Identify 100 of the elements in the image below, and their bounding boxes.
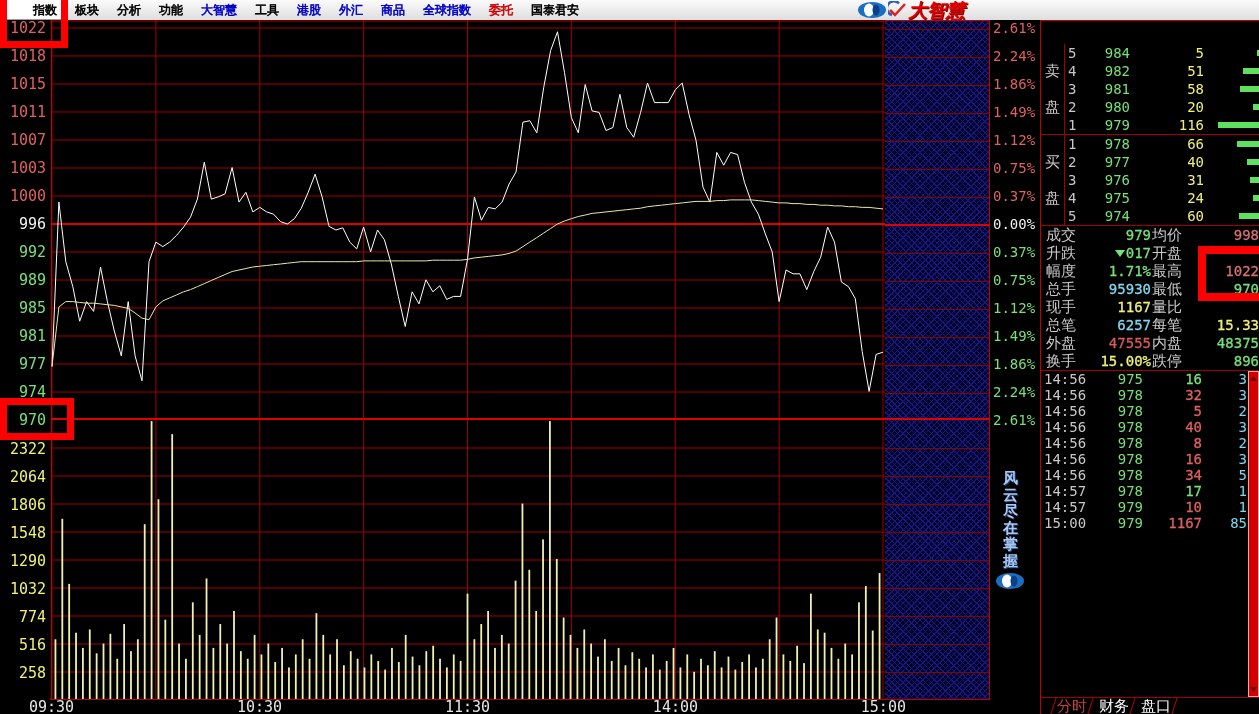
price-axis-label: 992 [17,244,47,260]
stat-value: 6257 [1117,316,1151,334]
percent-axis-label: 1.12% [992,132,1037,148]
time-axis-label: 09:30 [29,700,75,714]
stat-label: 总笔 [1046,316,1077,334]
stat-value: 970 [1233,280,1259,298]
stat-label: 跌停 [1151,352,1183,370]
trade-price: 978 [1116,419,1143,435]
volume-axis-label: 774 [17,609,47,625]
order-volume: 40 [1186,153,1204,171]
time-axis-label: 15:00 [860,700,906,714]
trade-price: 978 [1116,483,1143,499]
trade-volume: 10 [1184,499,1202,515]
trade-price: 978 [1116,403,1143,419]
order-position: 4 [1067,189,1078,207]
order-volume: 24 [1186,189,1204,207]
stat-value: 1167 [1117,298,1151,316]
trade-price: 978 [1116,387,1143,403]
trade-volume: 8 [1192,435,1202,451]
price-axis-label: 1000 [8,188,47,204]
percent-axis-label: 1.86% [992,76,1037,92]
stat-label: 每笔 [1151,316,1183,334]
percent-axis-label: 1.12% [992,300,1037,316]
trade-count: 1 [1237,499,1247,515]
percent-axis-label: 2.61% [992,412,1037,428]
trade-count: 3 [1237,387,1247,403]
trade-volume: 16 [1184,451,1202,467]
stat-label: 总手 [1046,280,1077,298]
price-axis-label: 1018 [8,48,47,64]
price-axis-label: 996 [17,216,47,232]
order-price: 979 [1103,116,1130,134]
trade-price: 979 [1116,515,1143,531]
price-axis-label: 977 [17,356,47,372]
side-label: 买盘 [1045,152,1060,209]
stat-value: 15.33 [1216,316,1259,334]
volume-axis-label: 1032 [8,581,47,597]
percent-axis-label: 2.61% [992,20,1037,36]
stat-label: 升跌 [1046,244,1077,262]
percent-axis-label: 0.00% [992,216,1037,232]
stat-value: 1.71% [1108,262,1151,280]
order-price: 980 [1103,98,1130,116]
trade-volume: 32 [1184,387,1202,403]
stat-value: 95930 [1108,280,1151,298]
volume-axis-label: 1806 [8,497,47,513]
stat-label: 换手 [1046,352,1077,370]
stat-label: 幅度 [1046,262,1077,280]
stat-label: 量比 [1151,298,1183,316]
stat-label: 外盘 [1046,334,1077,352]
stat-value: 998 [1233,226,1259,244]
volume-axis-label: 1290 [8,553,47,569]
order-volume: 20 [1186,98,1204,116]
percent-axis-label: 0.75% [992,272,1037,288]
order-price: 982 [1103,62,1130,80]
side-label: 卖盘 [1045,61,1060,118]
trade-price: 979 [1116,499,1143,515]
order-price: 984 [1103,44,1130,62]
price-axis-label: 989 [17,272,47,288]
percent-axis-label: 1.49% [992,104,1037,120]
stat-label: 最低 [1151,280,1183,298]
trade-volume: 16 [1184,371,1202,387]
slogan-text: 风云尽在掌握 [1002,470,1018,569]
volume-axis-label: 2322 [8,441,47,457]
trade-time: 14:56 [1044,419,1088,435]
stat-label: 均价 [1151,226,1183,244]
order-volume: 60 [1186,207,1204,225]
trade-volume: 1167 [1167,515,1202,531]
percent-axis-label: 0.75% [992,160,1037,176]
order-position: 2 [1067,153,1078,171]
trade-count: 3 [1237,451,1247,467]
price-axis-label: 974 [17,384,47,400]
stat-value: 47555 [1108,334,1151,352]
stat-label: 最高 [1151,262,1183,280]
trade-price: 978 [1116,451,1143,467]
percent-axis-label: 2.24% [992,384,1037,400]
trade-count: 3 [1237,419,1247,435]
price-axis-label: 1011 [8,104,47,120]
order-position: 3 [1067,171,1078,189]
trade-volume: 17 [1184,483,1202,499]
price-axis-label: 1003 [8,160,47,176]
order-position: 2 [1067,98,1078,116]
volume-axis-label: 1548 [8,525,47,541]
trade-count: 2 [1237,403,1247,419]
stat-value: 896 [1233,352,1259,370]
order-volume: 66 [1186,135,1204,153]
stat-value: 1022 [1225,262,1259,280]
order-price: 978 [1103,135,1130,153]
order-volume: 31 [1186,171,1204,189]
stat-value: 48375 [1216,334,1259,352]
time-axis-label: 11:30 [444,700,491,714]
order-position: 1 [1067,135,1078,153]
order-position: 4 [1067,62,1078,80]
stat-label: 内盘 [1151,334,1183,352]
trade-price: 975 [1116,371,1143,387]
trade-time: 14:56 [1044,467,1088,483]
order-position: 1 [1067,116,1078,134]
order-volume: 5 [1194,44,1204,62]
price-axis-label: 1015 [8,76,47,92]
volume-axis-label: 258 [17,665,47,681]
trade-time: 14:57 [1044,483,1088,499]
price-axis-label: 1022 [8,20,47,36]
